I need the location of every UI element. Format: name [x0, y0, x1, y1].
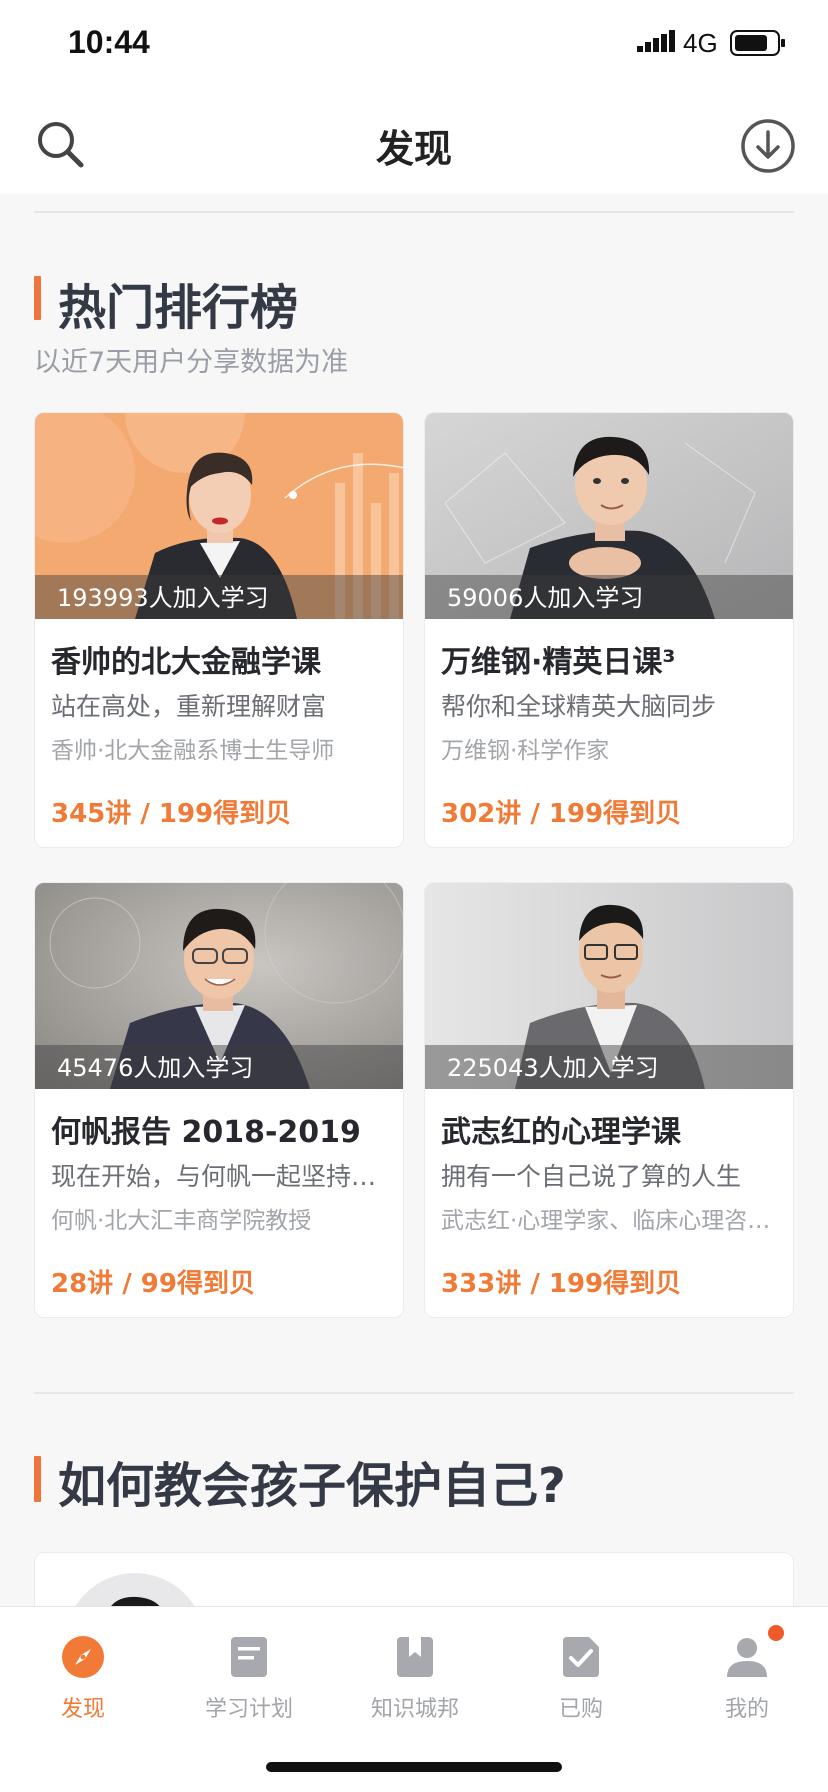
learners-overlay: 225043人加入学习: [425, 1045, 793, 1089]
course-title: 香帅的北大金融学课: [51, 645, 321, 680]
course-author: 武志红·心理学家、临床心理咨…: [441, 1208, 771, 1234]
course-card[interactable]: 193993人加入学习 香帅的北大金融学课 站在高处，重新理解财富 香帅·北大金…: [34, 412, 404, 848]
profile-icon: [727, 1638, 767, 1677]
plan-icon: [231, 1637, 267, 1677]
course-photo: 193993人加入学习: [35, 413, 403, 619]
section-accent-bar: [34, 276, 41, 320]
tab-mine[interactable]: 我的: [664, 1625, 828, 1735]
tab-study-plan[interactable]: 学习计划: [166, 1625, 332, 1735]
tab-knowledge-city[interactable]: 知识城邦: [332, 1625, 498, 1735]
course-title: 万维钢·精英日课³: [441, 645, 676, 680]
course-author: 香帅·北大金融系博士生导师: [51, 738, 335, 764]
learners-overlay: 193993人加入学习: [35, 575, 403, 619]
course-card[interactable]: 45476人加入学习 何帆报告 2018-2019 现在开始，与何帆一起坚持… …: [34, 882, 404, 1318]
bookmark-icon: [397, 1637, 433, 1677]
course-price: 345讲 / 199得到贝: [51, 799, 292, 829]
course-photo: 225043人加入学习: [425, 883, 793, 1089]
course-title: 武志红的心理学课: [441, 1115, 681, 1150]
download-icon[interactable]: [740, 118, 796, 174]
learners-overlay: 45476人加入学习: [35, 1045, 403, 1089]
status-time: 10:44: [68, 24, 150, 60]
signal-icon: [637, 30, 675, 52]
tab-label: 已购: [558, 1697, 603, 1722]
course-price: 333讲 / 199得到贝: [441, 1269, 682, 1299]
tab-label: 知识城邦: [370, 1697, 459, 1722]
divider: [34, 211, 794, 213]
learners-overlay: 59006人加入学习: [425, 575, 793, 619]
tab-label: 学习计划: [204, 1697, 293, 1722]
learners-count: 193993人加入学习: [57, 584, 269, 612]
ranking-section-title: 热门排行榜: [58, 280, 299, 336]
course-card[interactable]: 59006人加入学习 万维钢·精英日课³ 帮你和全球精英大脑同步 万维钢·科学作…: [424, 412, 794, 848]
battery-icon: [730, 30, 785, 56]
tab-discover[interactable]: 发现: [0, 1625, 166, 1735]
learners-count: 59006人加入学习: [447, 584, 644, 612]
network-label: 4G: [683, 28, 718, 58]
nav-bar: 发现: [0, 90, 828, 194]
course-photo: 45476人加入学习: [35, 883, 403, 1089]
tab-label: 发现: [60, 1697, 105, 1722]
course-description: 站在高处，重新理解财富: [51, 692, 327, 721]
compass-icon: [62, 1636, 104, 1678]
course-price: 28讲 / 99得到贝: [51, 1269, 255, 1299]
notification-dot: [768, 1625, 784, 1641]
course-author: 何帆·北大汇丰商学院教授: [51, 1208, 312, 1234]
course-price: 302讲 / 199得到贝: [441, 799, 682, 829]
home-indicator[interactable]: [266, 1762, 562, 1772]
divider: [34, 1392, 794, 1394]
course-description: 拥有一个自己说了算的人生: [441, 1162, 742, 1191]
learners-count: 45476人加入学习: [57, 1054, 254, 1082]
ranking-section-subtitle: 以近7天用户分享数据为准: [34, 347, 349, 378]
status-bar: 10:44 4G: [0, 0, 828, 90]
course-author: 万维钢·科学作家: [441, 738, 610, 764]
page-title: 发现: [375, 127, 452, 171]
section-title: 如何教会孩子保护自己?: [58, 1458, 566, 1514]
course-title: 何帆报告 2018-2019: [51, 1115, 361, 1150]
learners-count: 225043人加入学习: [447, 1054, 659, 1082]
course-photo: 59006人加入学习: [425, 413, 793, 619]
course-description: 帮你和全球精英大脑同步: [441, 692, 717, 721]
tab-label: 我的: [724, 1697, 769, 1722]
purchased-icon: [563, 1637, 599, 1677]
course-card[interactable]: 225043人加入学习 武志红的心理学课 拥有一个自己说了算的人生 武志红·心理…: [424, 882, 794, 1318]
tab-purchased[interactable]: 已购: [498, 1625, 664, 1735]
course-description: 现在开始，与何帆一起坚持…: [51, 1162, 377, 1191]
section-accent-bar: [34, 1456, 41, 1502]
